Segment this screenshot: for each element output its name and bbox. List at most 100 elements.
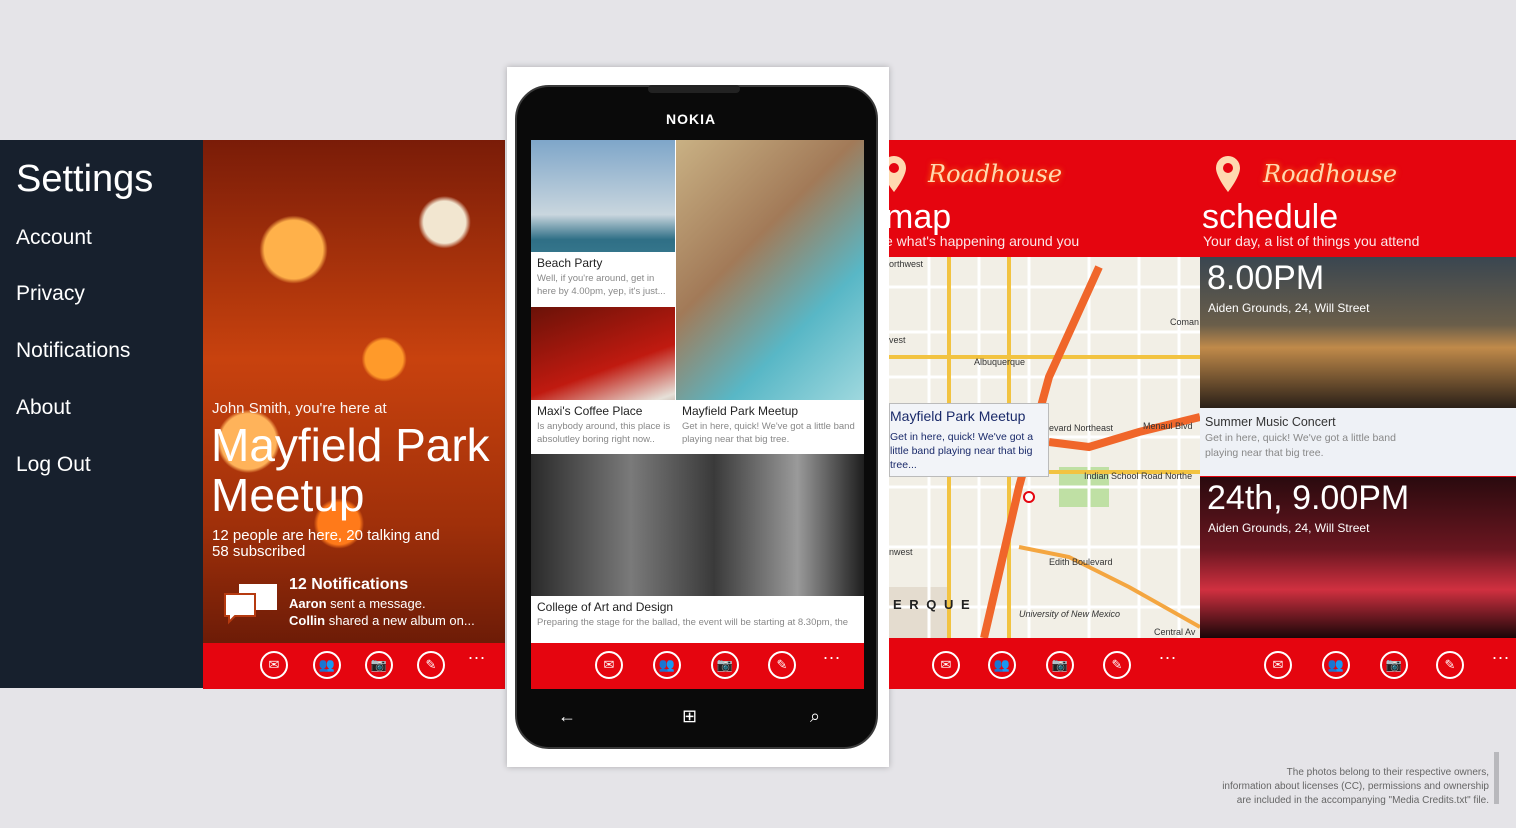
map-label: Edith Boulevard (1049, 557, 1113, 567)
tile-title: Beach Party (537, 256, 603, 270)
event-title-line1: Mayfield Park (211, 419, 490, 471)
camera-icon[interactable]: 📷 (1046, 651, 1074, 679)
tile-text: Preparing the stage for the ballad, the … (537, 617, 849, 628)
app-bar: ✉ 👥 📷 ✎ ... (203, 643, 505, 689)
map-app-bar: ✉ 👥 📷 ✎ ... (889, 643, 1200, 689)
map-panel: Roadhouse map e what's happening around … (889, 140, 1200, 688)
people-icon[interactable]: 👥 (313, 651, 341, 679)
location-pin-icon (889, 156, 906, 192)
tile-caption: Beach Party Well, if you're around, get … (531, 252, 675, 306)
credits-line: are included in the accompanying "Media … (1236, 795, 1489, 806)
credits-divider (1494, 752, 1499, 804)
more-button[interactable]: ... (823, 643, 841, 664)
media-credits: The photos belong to their respective ow… (1189, 766, 1489, 808)
location-pin-icon (1216, 156, 1240, 192)
people-icon[interactable]: 👥 (1322, 651, 1350, 679)
schedule-place: Aiden Grounds, 24, Will Street (1208, 301, 1370, 315)
tile-caption: Maxi's Coffee Place Is anybody around, t… (531, 400, 675, 453)
schedule-text: Get in here, quick! We've got a little b… (1205, 432, 1396, 459)
tile-title: Mayfield Park Meetup (682, 404, 799, 418)
tile-caption: College of Art and Design Preparing the … (531, 596, 864, 640)
chat-bubbles-icon (224, 584, 277, 625)
schedule-title: Summer Music Concert (1205, 415, 1336, 429)
more-button[interactable]: ... (1492, 643, 1510, 664)
notification-text: sent a message. (326, 596, 426, 611)
menu-item-account[interactable]: Account (16, 226, 92, 250)
map-label: University of New Mexico (1019, 609, 1121, 619)
search-key-icon[interactable]: ⌕ (810, 706, 820, 727)
settings-title: Settings (16, 158, 154, 200)
credits-line: The photos belong to their respective ow… (1286, 767, 1489, 778)
tile-text: Is anybody around, this place is absolut… (537, 421, 671, 445)
page-subtitle: e what's happening around you (889, 233, 1080, 249)
tile-title: College of Art and Design (537, 600, 674, 614)
event-title-line2: Meetup (211, 469, 365, 521)
tile-coffee-place[interactable]: Maxi's Coffee Place Is anybody around, t… (531, 307, 675, 453)
callout-text: Get in here, quick! We've got a little b… (890, 431, 1034, 471)
schedule-panel: Roadhouse schedule Your day, a list of t… (1200, 140, 1516, 688)
menu-item-privacy[interactable]: Privacy (16, 282, 85, 306)
tile-caption: Mayfield Park Meetup Get in here, quick!… (676, 400, 864, 453)
menu-item-log-out[interactable]: Log Out (16, 453, 91, 477)
schedule-place: Aiden Grounds, 24, Will Street (1208, 521, 1370, 535)
map-label: Albuquerque (974, 357, 1026, 367)
schedule-app-bar: ✉ 👥 📷 ✎ ... (1200, 643, 1516, 689)
menu-item-about[interactable]: About (16, 396, 71, 420)
map-label: nwest (889, 547, 913, 557)
map-callout[interactable]: Mayfield Park Meetup Get in here, quick!… (889, 403, 1049, 477)
map-label: vest (889, 335, 906, 345)
tile-mayfield-meetup[interactable]: Mayfield Park Meetup Get in here, quick!… (676, 400, 864, 453)
settings-panel: Settings Account Privacy Notifications A… (0, 140, 203, 688)
map-label: evard Northeast (1049, 423, 1114, 433)
phone-screen: Beach Party Well, if you're around, get … (531, 140, 864, 689)
event-title: Mayfield Park Meetup (211, 420, 490, 520)
map-label: Indian School Road Northe (1084, 471, 1193, 481)
notification-item[interactable]: Collin shared a new album on... (289, 613, 475, 628)
notification-item[interactable]: Aaron sent a message. (289, 596, 426, 611)
mail-icon[interactable]: ✉ (260, 651, 288, 679)
camera-icon[interactable]: 📷 (365, 651, 393, 679)
tile-photo-girl[interactable] (676, 140, 864, 400)
schedule-item[interactable]: 8.00PM Aiden Grounds, 24, Will Street (1200, 257, 1516, 408)
windows-key-icon[interactable]: ⊞ (682, 706, 697, 727)
speaker-grille (648, 85, 740, 93)
notification-sender: Aaron (289, 596, 327, 611)
people-icon[interactable]: 👥 (653, 651, 681, 679)
page-subtitle: Your day, a list of things you attend (1203, 233, 1420, 249)
edit-icon[interactable]: ✎ (768, 651, 796, 679)
map-label: Coman (1170, 317, 1200, 327)
people-summary: 12 people are here, 20 talking and 58 su… (212, 528, 452, 560)
greeting-text: John Smith, you're here at (212, 400, 387, 417)
tile-beach-party[interactable]: Beach Party Well, if you're around, get … (531, 140, 675, 306)
mail-icon[interactable]: ✉ (932, 651, 960, 679)
mail-icon[interactable]: ✉ (595, 651, 623, 679)
schedule-time: 8.00PM (1207, 259, 1325, 297)
more-button[interactable]: ... (1159, 643, 1177, 664)
notification-text: shared a new album on... (325, 613, 475, 628)
notifications-title[interactable]: 12 Notifications (289, 576, 408, 594)
camera-icon[interactable]: 📷 (1380, 651, 1408, 679)
back-key-icon[interactable]: ← (558, 706, 576, 727)
app-name: Roadhouse (1263, 160, 1398, 188)
schedule-item[interactable]: 24th, 9.00PM Aiden Grounds, 24, Will Str… (1200, 477, 1516, 638)
people-icon[interactable]: 👥 (988, 651, 1016, 679)
credits-line: information about licenses (CC), permiss… (1222, 781, 1489, 792)
edit-icon[interactable]: ✎ (1436, 651, 1464, 679)
app-name: Roadhouse (928, 160, 1063, 188)
schedule-item-caption[interactable]: Summer Music Concert Get in here, quick!… (1200, 408, 1516, 476)
edit-icon[interactable]: ✎ (417, 651, 445, 679)
camera-icon[interactable]: 📷 (711, 651, 739, 679)
mail-icon[interactable]: ✉ (1264, 651, 1292, 679)
map-label: Central Av (1154, 627, 1196, 637)
edit-icon[interactable]: ✎ (1103, 651, 1131, 679)
event-panel: John Smith, you're here at Mayfield Park… (203, 140, 505, 688)
people-line1: 12 people are here, 20 talking and (212, 527, 440, 544)
tile-text: Get in here, quick! We've got a little b… (682, 421, 855, 445)
tile-college-art[interactable]: College of Art and Design Preparing the … (531, 454, 864, 640)
map-label: Menaul Blvd (1143, 421, 1193, 431)
menu-item-notifications[interactable]: Notifications (16, 339, 130, 363)
schedule-time: 24th, 9.00PM (1207, 479, 1410, 517)
phone-brand: NOKIA (666, 111, 717, 127)
tile-title: Maxi's Coffee Place (537, 404, 643, 418)
more-button[interactable]: ... (468, 643, 486, 664)
